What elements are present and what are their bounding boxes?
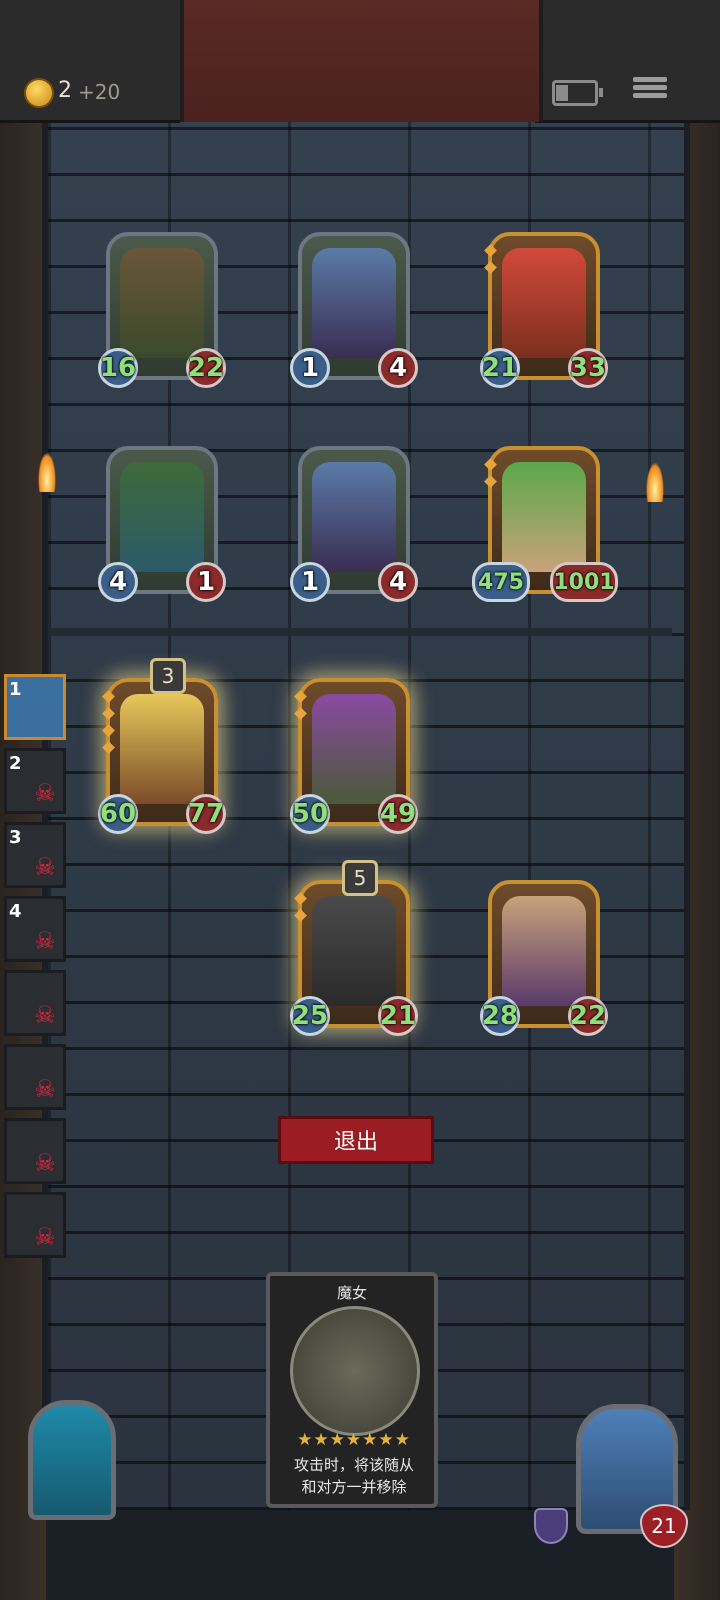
- attack-stat: 16: [98, 348, 138, 388]
- skull-icon: ☠: [34, 1223, 56, 1251]
- battery-level: [556, 85, 568, 101]
- card-title: 魔女: [336, 1284, 367, 1302]
- imp-portrait: [502, 248, 586, 358]
- tier-badge: 5: [342, 860, 378, 896]
- attack-stat: 50: [290, 794, 330, 834]
- attack-stat: 25: [290, 996, 330, 1036]
- skull-icon: ☠: [34, 927, 56, 955]
- attack-stat: 4: [98, 562, 138, 602]
- description-line-2: 和对方一并移除: [301, 1478, 407, 1496]
- opponent-slot-7[interactable]: ☠: [4, 1118, 66, 1184]
- exit-button[interactable]: 退出: [278, 1116, 434, 1164]
- rank-label: 2: [9, 753, 22, 774]
- goblin-portrait: [120, 248, 204, 358]
- brute-portrait: [312, 694, 396, 804]
- health-stat: 1001: [550, 562, 618, 602]
- enemy-minion-4[interactable]: 4 1: [98, 446, 226, 602]
- top-door: [180, 0, 543, 122]
- knight-portrait: [120, 694, 204, 804]
- opponent-slot-1[interactable]: 1: [4, 674, 66, 740]
- player-minion-1[interactable]: 3 60 77: [98, 658, 226, 834]
- health-stat: 22: [568, 996, 608, 1036]
- attack-stat: 1: [290, 348, 330, 388]
- torch-right-icon: [646, 462, 664, 502]
- opponent-slot-4[interactable]: 4 ☠: [4, 896, 66, 962]
- health-stat: 1: [186, 562, 226, 602]
- rank-label: 1: [9, 679, 22, 700]
- enemy-minion-1[interactable]: 16 22: [98, 232, 226, 388]
- attack-stat: 21: [480, 348, 520, 388]
- rank-label: 3: [9, 827, 22, 848]
- hero-power-portal[interactable]: [28, 1400, 116, 1520]
- enemy-minion-6[interactable]: 475 1001: [472, 446, 618, 602]
- skull-icon: ☠: [34, 853, 56, 881]
- menu-button[interactable]: [633, 74, 667, 106]
- skull-icon: ☠: [34, 1001, 56, 1029]
- health-stat: 4: [378, 562, 418, 602]
- guard-portrait: [312, 896, 396, 1006]
- top-bar-left: [0, 0, 180, 123]
- witch-portrait: [290, 1306, 420, 1436]
- health-stat: 49: [378, 794, 418, 834]
- opponent-slot-3[interactable]: 3 ☠: [4, 822, 66, 888]
- elf-portrait: [312, 248, 396, 358]
- board-divider: [48, 628, 672, 636]
- gunner-portrait: [502, 896, 586, 1006]
- health-stat: 4: [378, 348, 418, 388]
- minion-info-card: 魔女 ★★★★★★★ 攻击时，将该随从 和对方一并移除: [266, 1272, 438, 1508]
- opponent-slot-8[interactable]: ☠: [4, 1192, 66, 1258]
- coin-icon: [24, 78, 54, 108]
- coin-bonus: +20: [78, 80, 121, 104]
- health-stat: 77: [186, 794, 226, 834]
- coin-count: 2: [58, 78, 72, 103]
- skull-icon: ☠: [34, 1149, 56, 1177]
- skull-icon: ☠: [34, 779, 56, 807]
- enemy-minion-5[interactable]: 1 4: [290, 446, 418, 602]
- attack-stat: 475: [472, 562, 530, 602]
- attack-stat: 28: [480, 996, 520, 1036]
- health-stat: 21: [378, 996, 418, 1036]
- torch-left-icon: [38, 452, 56, 492]
- health-stat: 33: [568, 348, 608, 388]
- rank-label: 4: [9, 901, 22, 922]
- health-stat: 22: [186, 348, 226, 388]
- player-minion-3[interactable]: 5 25 21: [290, 860, 418, 1036]
- attack-stat: 60: [98, 794, 138, 834]
- opponent-slot-5[interactable]: ☠: [4, 970, 66, 1036]
- enemy-minion-3[interactable]: 21 33: [480, 232, 608, 388]
- opponent-slot-2[interactable]: 2 ☠: [4, 748, 66, 814]
- vine-portrait: [120, 462, 204, 572]
- player-minion-2[interactable]: 50 49: [290, 678, 418, 834]
- description-line-1: 攻击时，将该随从: [293, 1456, 414, 1474]
- opponent-slot-6[interactable]: ☠: [4, 1044, 66, 1110]
- attack-stat: 1: [290, 562, 330, 602]
- tier-badge: 3: [150, 658, 186, 694]
- skull-icon: ☠: [34, 1075, 56, 1103]
- star-rating: ★★★★★★★: [297, 1430, 411, 1450]
- shield-icon: [534, 1508, 568, 1544]
- card-description: 攻击时，将该随从 和对方一并移除: [276, 1454, 432, 1498]
- leaf-girl-portrait: [502, 462, 586, 572]
- player-minion-4[interactable]: 28 22: [480, 880, 608, 1036]
- elf-portrait: [312, 462, 396, 572]
- enemy-minion-2[interactable]: 1 4: [290, 232, 418, 388]
